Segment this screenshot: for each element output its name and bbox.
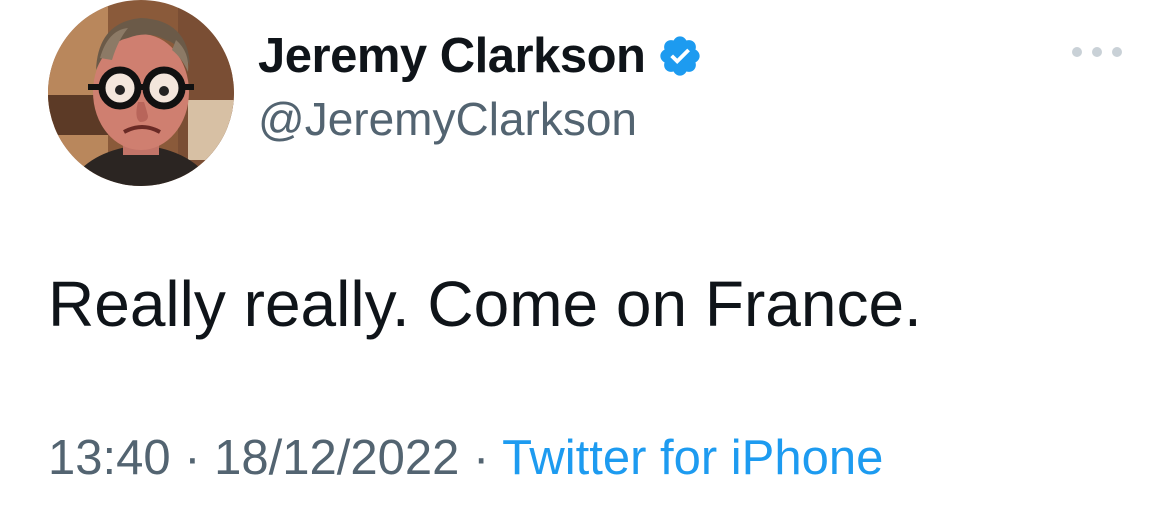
- tweet-date[interactable]: 18/12/2022: [214, 431, 459, 485]
- author-block: Jeremy Clarkson @JeremyClarkson: [258, 26, 703, 146]
- avatar-image: [48, 0, 234, 186]
- meta-separator: ·: [459, 431, 503, 485]
- user-handle[interactable]: @JeremyClarkson: [258, 92, 703, 146]
- tweet-meta: 13:40 · 18/12/2022 · Twitter for iPhone: [48, 428, 883, 488]
- tweet-card: Jeremy Clarkson @JeremyClarkson Really r…: [0, 0, 1170, 515]
- more-options-icon[interactable]: [1072, 43, 1122, 61]
- verified-badge-icon: [657, 33, 703, 79]
- meta-separator: ·: [170, 431, 215, 485]
- avatar[interactable]: [48, 0, 234, 186]
- display-name[interactable]: Jeremy Clarkson: [258, 28, 646, 84]
- tweet-time[interactable]: 13:40: [48, 431, 171, 485]
- tweet-source-link[interactable]: Twitter for iPhone: [502, 431, 883, 485]
- tweet-text: Really really. Come on France.: [48, 268, 922, 340]
- name-row: Jeremy Clarkson: [258, 26, 703, 86]
